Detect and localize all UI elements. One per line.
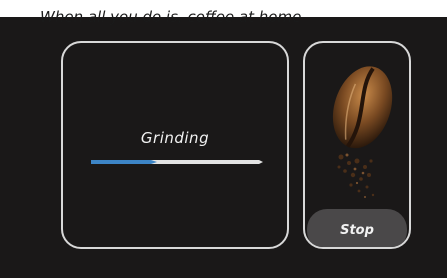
coffee-bean-icon — [311, 57, 405, 207]
status-label: Grinding — [140, 129, 210, 147]
progress-fill — [91, 160, 157, 164]
action-panel: Stop — [303, 41, 411, 249]
grinding-status-panel: Grinding — [61, 41, 289, 249]
header-text: When all you do is, coffee at home — [40, 9, 302, 26]
grinder-screen: When all you do is, coffee at home Grind… — [0, 9, 447, 278]
stop-button[interactable]: Stop — [307, 209, 407, 247]
progress-bar — [91, 153, 263, 165]
